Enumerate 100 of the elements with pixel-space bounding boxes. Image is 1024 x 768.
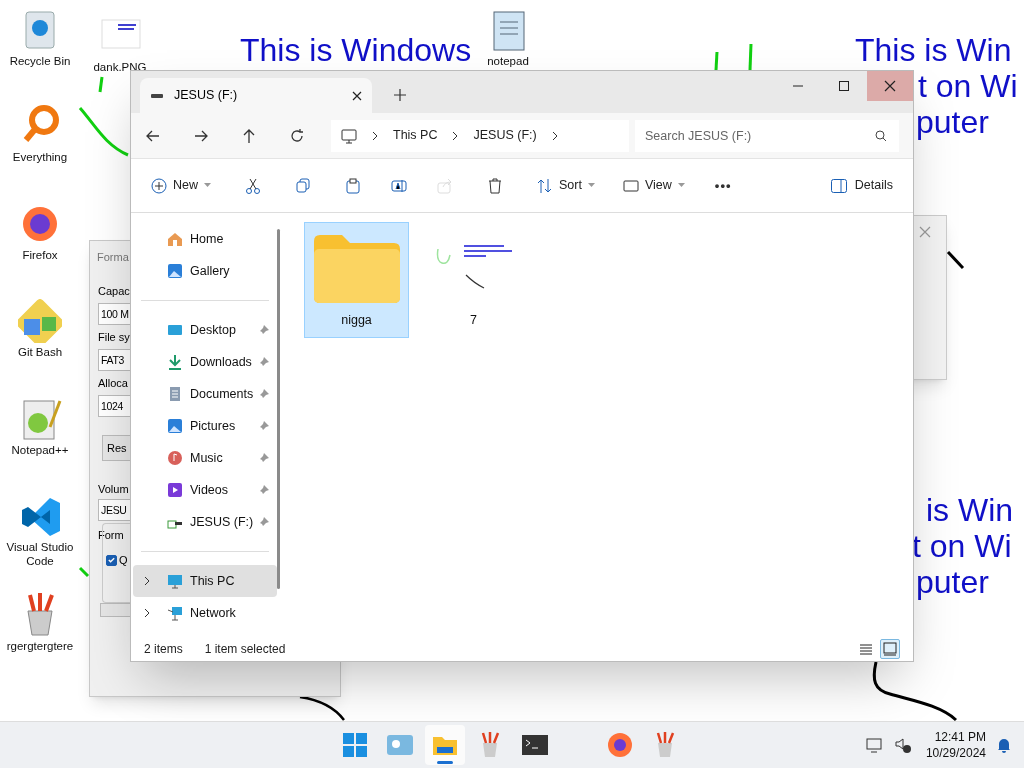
wallpaper-text: This is Win: [855, 32, 1012, 68]
breadcrumb-item[interactable]: JESUS (F:): [473, 126, 537, 145]
dropdown-field[interactable]: 1024: [98, 395, 131, 417]
desktop-icon-label[interactable]: notepad: [487, 54, 529, 68]
wallpaper-text: puter: [916, 564, 989, 600]
doodle-stroke: [714, 51, 719, 71]
sidebar-item[interactable]: Music: [133, 442, 277, 474]
address-bar[interactable]: This PC JESUS (F:): [331, 119, 629, 152]
sort-button[interactable]: Sort: [537, 176, 595, 195]
desktop-icon-label[interactable]: Notepad++: [11, 443, 69, 457]
sidebar-item[interactable]: This PC: [133, 565, 277, 597]
close-icon: [884, 80, 896, 92]
sidebar-item[interactable]: Gallery: [133, 255, 277, 287]
new-button[interactable]: New: [151, 176, 211, 195]
status-item-count: 2 items: [144, 641, 183, 658]
network-icon: [167, 605, 183, 621]
restore-defaults-button[interactable]: Res: [102, 435, 131, 461]
close-icon[interactable]: [352, 90, 362, 101]
search-field[interactable]: Search JESUS (F:): [635, 119, 899, 152]
caret-icon: [677, 183, 685, 188]
plus-icon[interactable]: [394, 89, 406, 101]
monitor-icon: [341, 127, 357, 144]
list-icon: [860, 643, 872, 655]
sidebar-item[interactable]: Videos: [133, 474, 277, 506]
wallpaper-text: is Win: [926, 492, 1014, 528]
firefox-icon: [606, 731, 634, 759]
sidebar-item[interactable]: JESUS (F:): [133, 506, 277, 538]
pin-icon: [259, 453, 269, 463]
status-selection: 1 item selected: [204, 641, 286, 658]
picture-icon: [167, 418, 183, 434]
folder-item[interactable]: nigga: [304, 222, 409, 338]
desktop-icon: [167, 322, 183, 338]
checkbox[interactable]: [106, 554, 117, 566]
bell-icon[interactable]: [996, 737, 1012, 753]
tiles-view-button[interactable]: [880, 639, 900, 659]
sidebar-item[interactable]: Pictures: [133, 410, 277, 442]
doodle-stroke: [78, 107, 129, 157]
search-icon[interactable]: [875, 129, 887, 142]
desktop-icon-label[interactable]: Recycle Bin: [9, 54, 71, 68]
start-icon: [341, 731, 369, 759]
details-button[interactable]: Details: [830, 176, 893, 195]
tab-title: JESUS (F:): [174, 87, 239, 105]
pin-icon: [259, 357, 269, 367]
desktop-icon-label[interactable]: rgergtergtere: [6, 639, 74, 653]
view-button[interactable]: View: [622, 176, 685, 195]
gallery-icon: [167, 263, 183, 279]
item-label[interactable]: 7: [470, 311, 477, 330]
maximize-icon: [839, 81, 849, 91]
pin-icon: [259, 389, 269, 399]
dropdown-field[interactable]: JESU: [98, 499, 131, 521]
taskbar-app-button[interactable]: [425, 725, 465, 765]
clipboard-icon[interactable]: [345, 177, 361, 194]
sidebar-item[interactable]: Network: [133, 597, 277, 629]
details-pane-icon: [830, 178, 847, 193]
field-label: Form: [98, 528, 124, 543]
wallpaper-text: t on Wi: [918, 68, 1018, 104]
sidebar-item[interactable]: Documents: [133, 378, 277, 410]
view-icon: [622, 177, 639, 194]
trash-icon[interactable]: [487, 177, 503, 194]
desktop-icon-label[interactable]: Git Bash: [17, 345, 63, 359]
up-arrow-icon[interactable]: [241, 127, 257, 144]
rename-icon[interactable]: [391, 177, 407, 194]
monitor-icon: [167, 573, 183, 589]
more-options-button[interactable]: •••: [714, 175, 732, 196]
desktop-icon-label[interactable]: Firefox: [22, 248, 58, 262]
doodle-stroke: [98, 76, 104, 93]
download-icon: [167, 354, 183, 370]
field-label: Volum: [98, 482, 129, 497]
desktop-icon-label[interactable]: Visual Studio Code: [2, 540, 78, 568]
sidebar-item[interactable]: Home: [133, 223, 277, 255]
caret-icon: [204, 183, 211, 188]
muted-speaker-icon[interactable]: [893, 736, 912, 754]
dialog-title: Forma: [97, 250, 129, 265]
sidebar-item[interactable]: Downloads: [133, 346, 277, 378]
desktop-icon-label[interactable]: Everything: [12, 150, 68, 164]
caret-icon: [587, 183, 595, 188]
copy-icon[interactable]: [295, 177, 311, 194]
breadcrumb-item[interactable]: This PC: [393, 126, 438, 145]
folder-icon: [313, 235, 400, 303]
file-item[interactable]: 7: [421, 222, 526, 338]
checkbox-label[interactable]: Q: [119, 552, 128, 569]
pin-icon: [259, 517, 269, 527]
dropdown-field[interactable]: 100 M: [98, 303, 131, 325]
chevron-icon: [451, 130, 460, 141]
clock[interactable]: 12:41 PM 10/29/2024: [925, 729, 986, 761]
field-label: Capac: [98, 284, 130, 299]
tab[interactable]: JESUS (F:): [140, 78, 372, 113]
sidebar-item[interactable]: Desktop: [133, 314, 277, 346]
house-icon: [167, 231, 183, 247]
item-label[interactable]: nigga: [341, 311, 372, 330]
refresh-icon[interactable]: [289, 127, 305, 144]
chevron-icon: [371, 130, 379, 141]
chevron-icon: [143, 576, 151, 586]
music-note-icon: [167, 450, 183, 466]
network-status-icon[interactable]: [865, 736, 884, 754]
field-label: File sy: [98, 330, 130, 345]
dropdown-field[interactable]: FAT3: [98, 349, 131, 371]
doodle-stroke: [748, 43, 753, 71]
scissors-icon[interactable]: [245, 177, 261, 194]
scrollbar-thumb[interactable]: [277, 229, 280, 589]
